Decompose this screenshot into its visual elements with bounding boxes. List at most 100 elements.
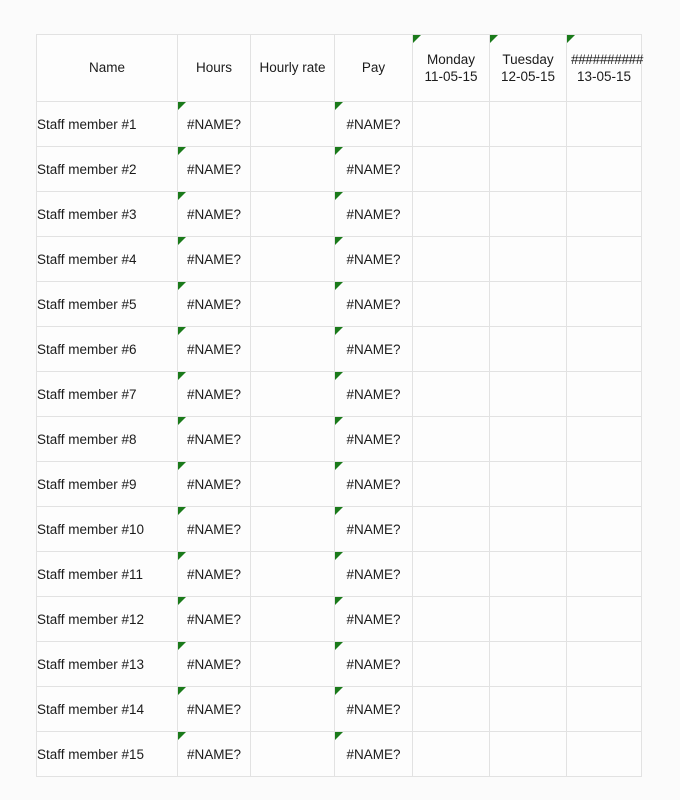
cell-day-3[interactable] [566, 191, 642, 237]
cell-name[interactable]: Staff member #14 [36, 686, 178, 732]
cell-day-1[interactable] [412, 686, 490, 732]
cell-day-2[interactable] [489, 236, 567, 282]
cell-hourly-rate[interactable] [250, 641, 335, 687]
cell-name[interactable]: Staff member #12 [36, 596, 178, 642]
cell-pay[interactable]: #NAME? [334, 731, 413, 777]
cell-hours[interactable]: #NAME? [177, 641, 251, 687]
cell-day-3[interactable] [566, 101, 642, 147]
cell-day-2[interactable] [489, 551, 567, 597]
cell-hours[interactable]: #NAME? [177, 236, 251, 282]
cell-name[interactable]: Staff member #11 [36, 551, 178, 597]
cell-day-1[interactable] [412, 731, 490, 777]
cell-day-3[interactable] [566, 596, 642, 642]
cell-hours[interactable]: #NAME? [177, 686, 251, 732]
cell-name[interactable]: Staff member #10 [36, 506, 178, 552]
cell-day-2[interactable] [489, 731, 567, 777]
cell-day-1[interactable] [412, 596, 490, 642]
cell-hourly-rate[interactable] [250, 686, 335, 732]
cell-pay[interactable]: #NAME? [334, 641, 413, 687]
cell-name[interactable]: Staff member #5 [36, 281, 178, 327]
cell-hourly-rate[interactable] [250, 326, 335, 372]
cell-name[interactable]: Staff member #15 [36, 731, 178, 777]
cell-day-2[interactable] [489, 416, 567, 462]
cell-day-1[interactable] [412, 641, 490, 687]
cell-name[interactable]: Staff member #3 [36, 191, 178, 237]
cell-pay[interactable]: #NAME? [334, 101, 413, 147]
cell-day-3[interactable] [566, 551, 642, 597]
cell-pay[interactable]: #NAME? [334, 416, 413, 462]
column-header-hours[interactable]: Hours [177, 34, 251, 102]
cell-hourly-rate[interactable] [250, 461, 335, 507]
cell-day-3[interactable] [566, 281, 642, 327]
cell-hours[interactable]: #NAME? [177, 551, 251, 597]
column-header-day-1[interactable]: Monday 11-05-15 [412, 34, 490, 102]
cell-day-2[interactable] [489, 461, 567, 507]
cell-pay[interactable]: #NAME? [334, 146, 413, 192]
column-header-pay[interactable]: Pay [334, 34, 413, 102]
cell-day-1[interactable] [412, 326, 490, 372]
cell-day-2[interactable] [489, 371, 567, 417]
cell-hours[interactable]: #NAME? [177, 146, 251, 192]
cell-hourly-rate[interactable] [250, 596, 335, 642]
cell-hourly-rate[interactable] [250, 191, 335, 237]
cell-day-3[interactable] [566, 326, 642, 372]
cell-hourly-rate[interactable] [250, 371, 335, 417]
cell-day-2[interactable] [489, 326, 567, 372]
cell-day-2[interactable] [489, 281, 567, 327]
cell-hours[interactable]: #NAME? [177, 101, 251, 147]
cell-hours[interactable]: #NAME? [177, 191, 251, 237]
cell-hours[interactable]: #NAME? [177, 326, 251, 372]
cell-day-2[interactable] [489, 191, 567, 237]
cell-day-1[interactable] [412, 506, 490, 552]
cell-hourly-rate[interactable] [250, 281, 335, 327]
cell-pay[interactable]: #NAME? [334, 686, 413, 732]
cell-pay[interactable]: #NAME? [334, 191, 413, 237]
cell-hourly-rate[interactable] [250, 506, 335, 552]
cell-name[interactable]: Staff member #9 [36, 461, 178, 507]
cell-day-1[interactable] [412, 146, 490, 192]
cell-hours[interactable]: #NAME? [177, 461, 251, 507]
cell-day-1[interactable] [412, 101, 490, 147]
cell-day-2[interactable] [489, 686, 567, 732]
cell-pay[interactable]: #NAME? [334, 371, 413, 417]
cell-name[interactable]: Staff member #13 [36, 641, 178, 687]
cell-day-1[interactable] [412, 191, 490, 237]
cell-hours[interactable]: #NAME? [177, 371, 251, 417]
cell-day-1[interactable] [412, 281, 490, 327]
cell-hours[interactable]: #NAME? [177, 281, 251, 327]
cell-day-2[interactable] [489, 641, 567, 687]
cell-hours[interactable]: #NAME? [177, 731, 251, 777]
column-header-name[interactable]: Name [36, 34, 178, 102]
cell-day-3[interactable] [566, 146, 642, 192]
cell-name[interactable]: Staff member #6 [36, 326, 178, 372]
cell-pay[interactable]: #NAME? [334, 281, 413, 327]
cell-pay[interactable]: #NAME? [334, 461, 413, 507]
cell-name[interactable]: Staff member #1 [36, 101, 178, 147]
column-header-day-2[interactable]: Tuesday 12-05-15 [489, 34, 567, 102]
cell-day-3[interactable] [566, 506, 642, 552]
cell-day-1[interactable] [412, 416, 490, 462]
cell-day-3[interactable] [566, 641, 642, 687]
cell-day-3[interactable] [566, 236, 642, 282]
cell-day-2[interactable] [489, 101, 567, 147]
cell-day-3[interactable] [566, 731, 642, 777]
cell-hours[interactable]: #NAME? [177, 596, 251, 642]
cell-day-3[interactable] [566, 416, 642, 462]
cell-pay[interactable]: #NAME? [334, 551, 413, 597]
cell-pay[interactable]: #NAME? [334, 236, 413, 282]
cell-day-1[interactable] [412, 461, 490, 507]
cell-day-2[interactable] [489, 596, 567, 642]
cell-day-3[interactable] [566, 371, 642, 417]
cell-pay[interactable]: #NAME? [334, 596, 413, 642]
cell-name[interactable]: Staff member #8 [36, 416, 178, 462]
cell-day-3[interactable] [566, 461, 642, 507]
cell-hourly-rate[interactable] [250, 101, 335, 147]
cell-hours[interactable]: #NAME? [177, 416, 251, 462]
cell-name[interactable]: Staff member #4 [36, 236, 178, 282]
cell-hourly-rate[interactable] [250, 236, 335, 282]
column-header-hourly-rate[interactable]: Hourly rate [250, 34, 335, 102]
cell-hourly-rate[interactable] [250, 731, 335, 777]
cell-name[interactable]: Staff member #2 [36, 146, 178, 192]
cell-pay[interactable]: #NAME? [334, 506, 413, 552]
cell-hourly-rate[interactable] [250, 551, 335, 597]
